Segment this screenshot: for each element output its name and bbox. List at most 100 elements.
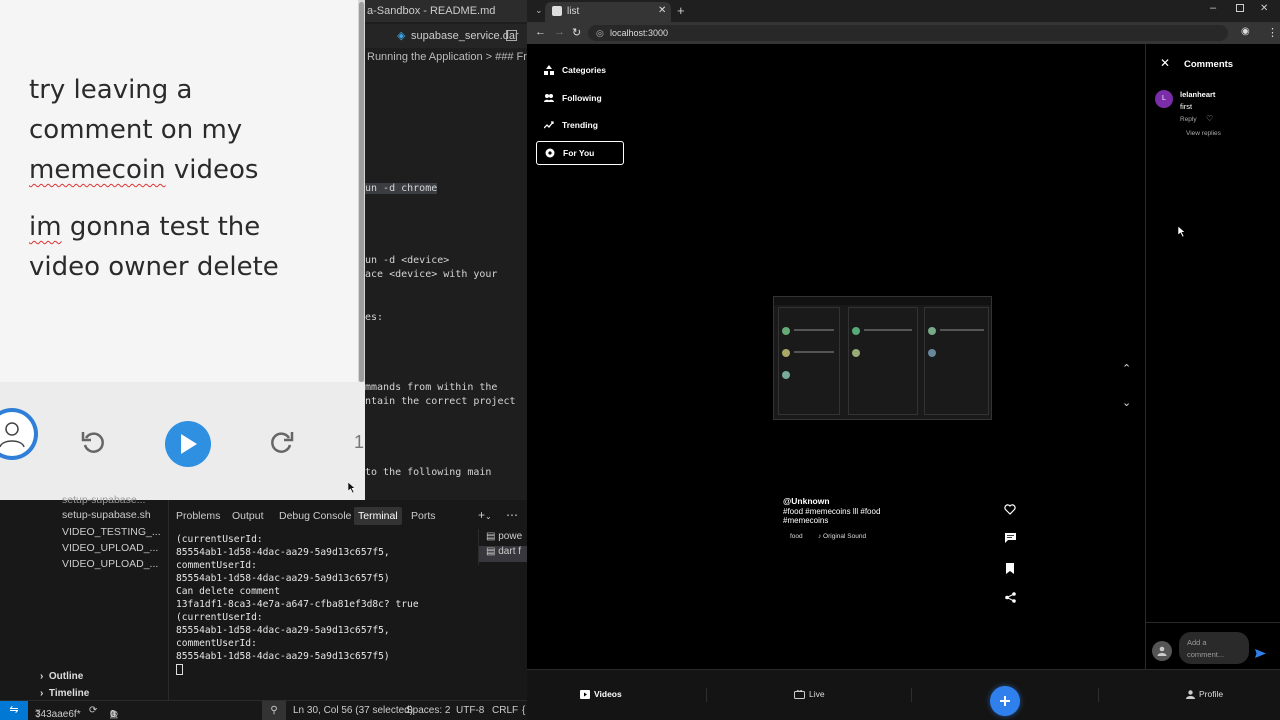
bookmark-button[interactable] [1003,561,1017,575]
sync-icon[interactable]: ⟳ [89,705,97,716]
code-line[interactable]: ace <device> with your [365,269,497,280]
new-terminal-button[interactable]: +⌄ [478,508,492,522]
chat-scrollbar-thumb[interactable] [359,2,364,382]
chat-text: gonna test the [61,212,261,242]
new-tab-button[interactable]: + [677,3,685,18]
tab-debug-console[interactable]: Debug Console [279,510,351,522]
language-mode-icon[interactable]: { [522,705,525,716]
explorer-item[interactable]: setup-supabase... [62,494,145,506]
tab-title: list [567,6,580,17]
divider [1098,688,1099,702]
sidebar-item-trending[interactable]: Trending [536,113,624,137]
minimize-icon[interactable]: – [1210,2,1216,14]
terminal-item[interactable]: ▤ powe [486,531,522,542]
remote-icon[interactable]: ⇋ [0,701,28,720]
view-replies-button[interactable]: View replies [1186,130,1221,137]
explorer-item[interactable]: VIDEO_UPLOAD_... [62,542,158,554]
indentation[interactable]: Spaces: 2 [406,705,450,716]
comments-panel: ✕ Comments L lelanheart first Reply ♡ Vi… [1145,44,1280,669]
close-tab-icon[interactable]: ✕ [658,5,666,16]
nav-live[interactable]: Live [794,689,825,699]
play-icon [181,434,197,454]
category-badge[interactable]: food [790,533,803,540]
avatar[interactable]: L [1155,90,1173,108]
code-line[interactable]: to the following main [365,467,491,478]
chat-text: comment on my [29,115,243,145]
code-editor: a-Sandbox - README.md ◈ supabase_service… [365,0,527,500]
terminal-output[interactable]: (currentUserId: 85554ab1-1d58-4dac-aa29-5… [176,533,419,675]
nav-profile[interactable]: Profile [1186,689,1223,699]
current-user-avatar [1152,641,1172,661]
next-video-icon[interactable]: ⌄ [1122,396,1131,409]
terminal-item[interactable]: ▤ dart f [479,546,528,562]
video-frame-dot [928,327,936,335]
rewind-button[interactable] [79,428,107,456]
close-icon[interactable]: ✕ [1160,56,1170,70]
sidebar-item-categories[interactable]: Categories [536,58,624,82]
reply-button[interactable]: Reply [1180,116,1197,123]
cursor-position[interactable]: Ln 30, Col 56 (37 selected) [293,705,413,716]
explorer-item[interactable]: setup-supabase.sh [62,509,151,521]
video-frame-line [940,329,984,331]
editor-tab[interactable]: ◈ supabase_service.dar [365,24,527,48]
more-actions-icon[interactable]: ⋯ [506,508,518,522]
video-frame-line [864,329,912,331]
comment-input[interactable]: Add a comment... [1179,632,1249,664]
sidebar-item-label: Trending [562,120,598,130]
code-line[interactable]: es: [365,312,383,323]
back-icon[interactable]: ← [535,26,546,38]
code-line[interactable]: mmands from within the [365,382,497,393]
menu-icon[interactable]: ⋮ [1267,26,1278,39]
sound-label[interactable]: ♪ Original Sound [818,533,866,540]
comment-like-icon[interactable]: ♡ [1206,114,1213,123]
nav-label: Videos [594,689,622,699]
tab-list-icon[interactable]: ⌄ [535,5,543,16]
zoom-icon[interactable]: ⚲ [262,701,286,720]
tab-problems[interactable]: Problems [176,510,220,522]
code-line[interactable]: un -d <device> [365,255,449,266]
sidebar-item-following[interactable]: Following [536,86,624,110]
sidebar-item-for-you[interactable]: For You [536,141,624,165]
encoding[interactable]: UTF-8 [456,705,484,716]
code-line[interactable]: ntain the correct project [365,396,516,407]
reload-icon[interactable]: ↻ [572,26,581,39]
terminal-line: 13fa1df1-8ca3-4e7a-a647-cfba81ef3d8c? tr… [176,599,419,610]
site-info-icon[interactable]: ◎ [596,25,604,41]
video-author[interactable]: @Unknown [783,496,830,506]
comment-username[interactable]: lelanheart [1180,90,1215,99]
nav-videos[interactable]: Videos [580,689,622,699]
add-video-button[interactable] [990,686,1020,716]
close-window-icon[interactable]: ✕ [1260,3,1268,14]
send-button[interactable] [1255,645,1266,663]
maximize-icon[interactable] [1236,4,1244,12]
browser-tab[interactable]: list ✕ [545,2,671,22]
tab-output[interactable]: Output [232,510,264,522]
warning-count: 0 [110,709,116,720]
forward-icon[interactable]: → [554,26,565,38]
tab-terminal[interactable]: Terminal [354,507,402,525]
live-icon [794,689,805,699]
code-line[interactable]: un -d chrome [365,183,438,194]
terminal-icon: ▤ [486,546,496,557]
speed-button[interactable]: 1: [354,430,365,454]
share-button[interactable] [1003,590,1017,604]
forward-button[interactable] [268,428,296,456]
comment-button[interactable] [1003,531,1017,545]
timeline-section[interactable]: › Timeline [40,688,89,699]
profile-icon[interactable]: ◉ [1241,26,1250,37]
like-button[interactable] [1003,502,1017,516]
chat-text: im [29,212,62,242]
line-ending[interactable]: CRLF [492,705,518,716]
terminal-line: (currentUserId: [176,612,263,623]
avatar-button[interactable] [0,408,38,460]
outline-section[interactable]: › Outline [40,671,83,682]
play-button[interactable] [165,421,211,467]
explorer-item[interactable]: VIDEO_TESTING_... [62,526,161,538]
address-bar[interactable]: ◎ localhost:3000 [588,25,1228,41]
terminal-line: commentUserId: [176,638,257,649]
previous-video-icon[interactable]: ⌃ [1122,362,1131,375]
explorer-item[interactable]: VIDEO_UPLOAD_... [62,558,158,570]
split-editor-icon[interactable] [506,30,517,41]
video-player[interactable] [773,296,992,420]
tab-ports[interactable]: Ports [411,510,436,522]
